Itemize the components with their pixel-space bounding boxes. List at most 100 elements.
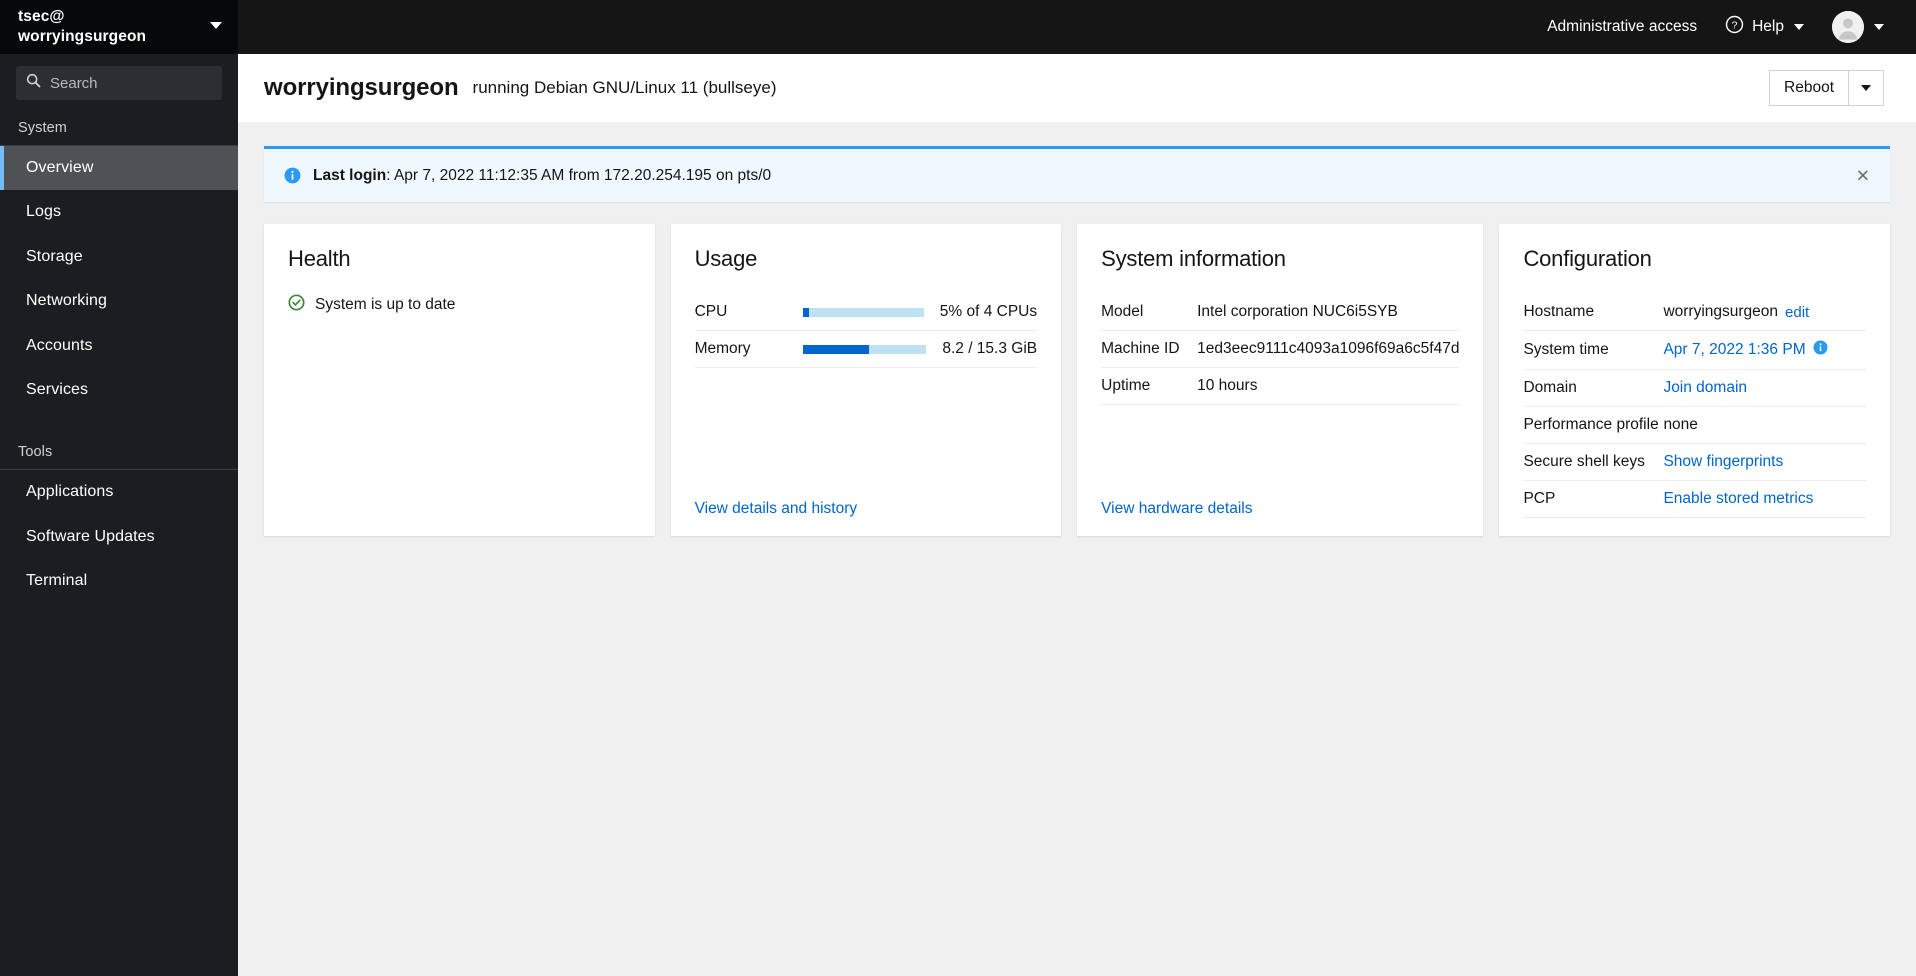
show-fingerprints-link[interactable]: Show fingerprints [1663,453,1783,471]
reboot-dropdown-toggle[interactable] [1848,70,1884,106]
health-card: Health System is up to date [264,224,655,536]
memory-progress-fill [802,344,870,354]
usage-card-body: CPU 5% of 4 CPUs Memory 8.2 / 15.3 GiB [694,294,1038,490]
chevron-down-icon [1794,24,1804,30]
sidebar-item-overview[interactable]: Overview [0,146,238,191]
cpu-progress-fill [802,307,809,317]
last-login-label: Last login [313,166,387,184]
config-row-system-time: System time Apr 7, 2022 1:36 PM [1523,331,1866,370]
config-row-domain: Domain Join domain [1523,370,1866,407]
close-icon[interactable]: ✕ [1850,161,1876,190]
search-box[interactable] [16,66,222,100]
sidebar-user: tsec@ [18,8,65,26]
info-key-machine-id: Machine ID [1101,340,1180,357]
user-menu-button[interactable] [1818,0,1898,54]
config-key-domain: Domain [1523,379,1577,396]
config-value-domain: Join domain [1663,379,1866,397]
administrative-access-button[interactable]: Administrative access [1533,0,1711,54]
sidebar-host-switcher[interactable]: tsec@ worryingsurgeon [0,0,238,54]
config-value-performance-profile: none [1663,416,1698,433]
config-row-secure-shell-keys: Secure shell keys Show fingerprints [1523,444,1866,481]
usage-row-cpu: CPU 5% of 4 CPUs [694,294,1038,331]
page-header: worryingsurgeon running Debian GNU/Linux… [238,54,1916,122]
memory-progress-bar [802,344,927,354]
topbar: Administrative access ? Help [238,0,1916,54]
sidebar-item-networking[interactable]: Networking [0,279,238,323]
sidebar-item-applications[interactable]: Applications [0,470,238,514]
config-row-pcp: PCP Enable stored metrics [1523,481,1866,518]
reboot-button[interactable]: Reboot [1769,70,1848,106]
system-time-link[interactable]: Apr 7, 2022 1:36 PM [1663,341,1805,359]
cockpit-console: tsec@ worryingsurgeon System Overview Lo… [0,0,1916,976]
info-key-uptime: Uptime [1101,377,1151,394]
sidebar-host-label: tsec@ worryingsurgeon [18,7,146,47]
config-key-system-time: System time [1523,341,1609,358]
info-key-model: Model [1101,303,1144,320]
config-key-hostname: Hostname [1523,303,1595,320]
info-value-uptime: 10 hours [1197,377,1258,394]
view-hardware-details-link[interactable]: View hardware details [1101,500,1252,517]
configuration-card-body: Hostname worryingsurgeon edit System tim… [1523,294,1866,518]
search-input[interactable] [50,74,212,92]
nav-group-label-tools: Tools [18,444,53,461]
config-value-secure-shell-keys: Show fingerprints [1663,453,1866,471]
last-login-alert: Last login: Apr 7, 2022 11:12:35 AM from… [264,146,1890,202]
sidebar-item-services[interactable]: Services [0,368,238,412]
usage-label-cpu: CPU [694,303,728,320]
system-information-card: System information Model Intel corporati… [1077,224,1484,536]
health-card-title: Health [288,246,351,271]
svg-text:?: ? [1732,21,1738,32]
info-row-machine-id: Machine ID 1ed3eec9111c4093a1096f69a6c5f… [1101,331,1460,368]
info-row-model: Model Intel corporation NUC6i5SYB [1101,294,1460,331]
usage-row-memory: Memory 8.2 / 15.3 GiB [694,331,1038,368]
system-information-card-body: Model Intel corporation NUC6i5SYB Machin… [1101,294,1460,490]
health-status-text: System is up to date [315,296,456,313]
info-row-uptime: Uptime 10 hours [1101,368,1460,405]
cpu-progress-bar [802,307,924,317]
config-row-performance-profile: Performance profile none [1523,407,1866,444]
sidebar-item-logs[interactable]: Logs [0,190,238,234]
help-label: Help [1752,18,1784,35]
configuration-card: Configuration Hostname worryingsurgeon e… [1499,224,1890,536]
config-value-hostname: worryingsurgeon edit [1663,303,1866,321]
sidebar-item-software-updates[interactable]: Software Updates [0,515,238,559]
sidebar-item-terminal[interactable]: Terminal [0,559,238,603]
info-value-model: Intel corporation NUC6i5SYB [1197,303,1398,320]
administrative-access-label: Administrative access [1547,18,1698,35]
join-domain-link[interactable]: Join domain [1663,379,1747,397]
sidebar: tsec@ worryingsurgeon System Overview Lo… [0,0,238,976]
chevron-down-icon[interactable] [210,22,222,29]
view-details-and-history-link[interactable]: View details and history [695,500,858,517]
question-circle-icon: ? [1725,15,1744,39]
check-circle-icon [288,294,305,316]
config-value-pcp: Enable stored metrics [1663,490,1866,508]
info-circle-icon[interactable] [1813,340,1828,360]
hostname-edit-link[interactable]: edit [1785,304,1809,321]
enable-stored-metrics-link[interactable]: Enable stored metrics [1663,490,1813,508]
info-circle-icon [284,167,301,184]
config-value-system-time: Apr 7, 2022 1:36 PM [1663,340,1866,360]
last-login-separator: : [386,166,394,184]
chevron-down-icon [1874,24,1884,30]
usage-card-title: Usage [694,246,758,271]
help-menu-button[interactable]: ? Help [1711,0,1818,54]
usage-card-footer: View details and history [695,490,1038,518]
system-information-card-footer: View hardware details [1101,490,1459,518]
info-value-machine-id: 1ed3eec9111c4093a1096f69a6c5f47d [1197,340,1460,357]
page-title: worryingsurgeon [264,74,459,101]
usage-value-cpu: 5% of 4 CPUs [939,303,1038,320]
overview-cards: Health System is up to date Usage CPU 5%… [238,202,1916,536]
sidebar-hostname: worryingsurgeon [18,28,147,45]
config-key-secure-shell-keys: Secure shell keys [1523,453,1645,470]
last-login-text: Last login: Apr 7, 2022 11:12:35 AM from… [313,167,771,185]
reboot-split-button[interactable]: Reboot [1769,70,1884,106]
sidebar-item-storage[interactable]: Storage [0,235,238,279]
last-login-message: Apr 7, 2022 11:12:35 AM from 172.20.254.… [393,166,772,184]
avatar [1832,11,1864,43]
config-row-hostname: Hostname worryingsurgeon edit [1523,294,1866,331]
sidebar-item-accounts[interactable]: Accounts [0,324,238,368]
configuration-card-title: Configuration [1523,246,1652,271]
usage-card: Usage CPU 5% of 4 CPUs Memory 8.2 / 15.3… [670,224,1062,536]
hostname-value: worryingsurgeon [1663,303,1779,320]
